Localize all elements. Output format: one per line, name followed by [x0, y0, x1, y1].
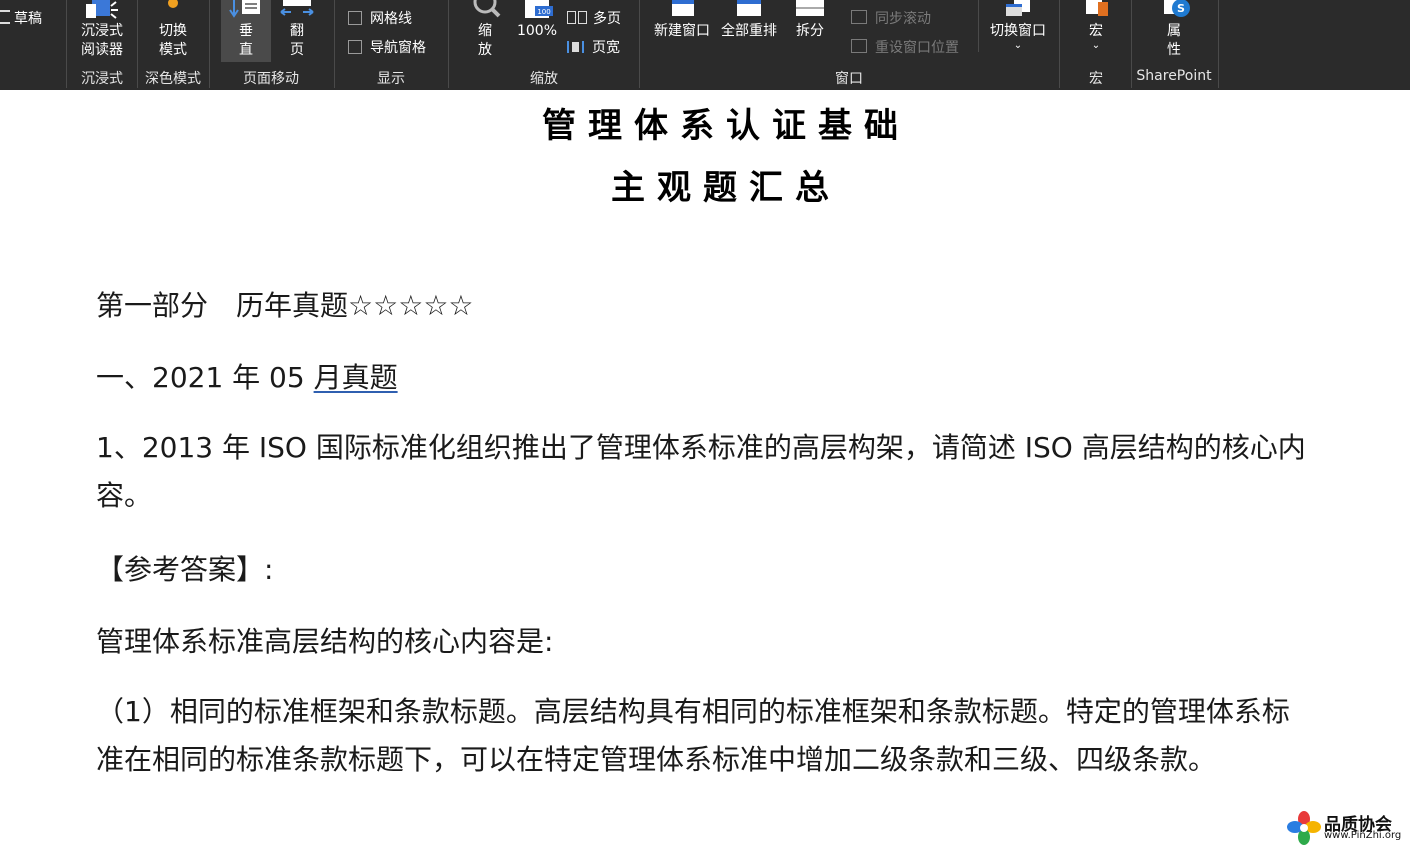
split-label: 拆分 [796, 23, 824, 39]
sync-scroll-icon [851, 10, 867, 24]
page-width-label: 页宽 [592, 40, 620, 56]
macro-button[interactable]: 宏 ⌄ [1066, 0, 1126, 51]
switch-window-button[interactable]: 切换窗口 ⌄ [984, 0, 1052, 51]
group-dark-mode: 深色模式 [145, 71, 201, 87]
zoom-label: 缩 放 [478, 23, 492, 58]
group-sharepoint: SharePoint [1136, 68, 1212, 84]
reset-position-button[interactable]: 重设窗口位置 [851, 39, 959, 57]
vertical-label: 垂 直 [239, 23, 253, 58]
watermark-url: www.PinZhi.org [1324, 830, 1402, 841]
sync-scroll-label: 同步滚动 [875, 11, 931, 27]
immersive-reader-button[interactable]: 沉浸式 阅读器 [72, 0, 132, 60]
separator [137, 0, 138, 88]
multi-page-button[interactable]: 多页 [567, 10, 621, 28]
separator [209, 0, 210, 88]
new-window-label: 新建窗口 [654, 23, 710, 39]
answer-intro: 管理体系标准高层结构的核心内容是: [96, 625, 554, 658]
zoom-button[interactable]: 缩 放 [462, 0, 508, 60]
immersive-reader-icon [86, 0, 118, 19]
section-heading: 一、2021 年 05 月真题 [96, 356, 398, 396]
macro-label: 宏 [1089, 23, 1103, 39]
svg-text:S: S [1177, 2, 1185, 15]
pinzhi-watermark-logo: 品质协会 www.PinZhi.org [1286, 808, 1410, 847]
arrange-all-label: 全部重排 [721, 23, 777, 39]
vertical-page-icon [229, 0, 260, 18]
arrange-all-icon [737, 0, 761, 16]
draft-label: 草稿 [14, 11, 42, 27]
sun-moon-icon [168, 0, 178, 8]
checkbox-icon [348, 11, 362, 25]
properties-button[interactable]: S 属 性 [1146, 0, 1202, 60]
group-zoom: 缩放 [530, 71, 558, 87]
gridlines-checkbox[interactable]: 网格线 [348, 10, 412, 28]
switch-window-label: 切换窗口 [990, 23, 1046, 39]
group-macro: 宏 [1089, 71, 1103, 87]
macro-icon [1086, 0, 1108, 16]
group-page-move: 页面移动 [243, 71, 299, 87]
reset-position-label: 重设窗口位置 [875, 40, 959, 56]
magnifier-icon [473, 0, 501, 18]
page-width-button[interactable]: 页宽 [567, 39, 620, 57]
immersive-reader-label: 沉浸式 阅读器 [81, 23, 123, 58]
section-underlined: 月真题 [313, 361, 398, 394]
switch-window-icon [1006, 0, 1030, 16]
answer-label: 【参考答案】: [96, 553, 274, 586]
part-label: 第一部分 [96, 289, 209, 322]
group-immersive: 沉浸式 [81, 71, 123, 87]
split-icon [796, 0, 824, 16]
separator [1218, 0, 1219, 88]
reset-position-icon [851, 39, 867, 53]
multi-page-icon [567, 11, 576, 24]
nav-pane-checkbox[interactable]: 导航窗格 [348, 39, 426, 57]
gridlines-label: 网格线 [370, 11, 412, 27]
chevron-down-icon: ⌄ [1013, 40, 1023, 51]
separator [639, 0, 640, 88]
checkbox-icon [348, 40, 362, 54]
document-subtitle: 主观题汇总 [611, 168, 841, 208]
zoom-100-label: 100% [516, 23, 558, 39]
svg-text:100: 100 [537, 8, 550, 16]
document-title: 管理体系认证基础 [542, 106, 910, 146]
flip-page-label: 翻 页 [290, 23, 304, 58]
sync-scroll-button[interactable]: 同步滚动 [851, 10, 931, 28]
separator [66, 0, 67, 88]
document-page[interactable]: 管理体系认证基础 主观题汇总 第一部分 历年真题☆☆☆☆☆ 一、2021 年 05… [0, 90, 1410, 847]
new-window-button[interactable]: 新建窗口 [648, 0, 716, 41]
sharepoint-properties-icon: S [1164, 0, 1190, 17]
separator [978, 0, 979, 52]
arrange-all-button[interactable]: 全部重排 [716, 0, 782, 41]
group-window: 窗口 [835, 71, 863, 87]
page-width-icon [567, 41, 584, 53]
zoom-100-button[interactable]: 100 100% [514, 0, 560, 41]
draft-button[interactable]: 草稿 [0, 10, 42, 28]
group-show: 显示 [377, 71, 405, 87]
nav-pane-label: 导航窗格 [370, 40, 426, 56]
separator [1131, 0, 1132, 88]
multi-page-label: 多页 [593, 11, 621, 27]
section-prefix: 一、2021 年 05 [96, 361, 314, 394]
split-button[interactable]: 拆分 [790, 0, 830, 41]
vertical-button[interactable]: 垂 直 [221, 0, 271, 60]
flip-page-button[interactable]: 翻 页 [276, 0, 318, 60]
separator [1059, 0, 1060, 88]
separator [334, 0, 335, 88]
draft-icon [0, 10, 10, 24]
flip-page-icon [280, 0, 314, 16]
flower-logo-icon [1287, 811, 1321, 845]
chevron-down-icon: ⌄ [1091, 40, 1101, 51]
question-paragraph: 1、2013 年 ISO 国际标准化组织推出了管理体系标准的高层构架，请简述 I… [96, 431, 1306, 512]
separator [448, 0, 449, 88]
switch-mode-label: 切换 模式 [159, 23, 187, 58]
multi-page-icon [578, 11, 587, 24]
part-title: 历年真题☆☆☆☆☆ [236, 289, 474, 322]
answer-item-1: （1）相同的标准框架和条款标题。高层结构具有相同的标准框架和条款标题。特定的管理… [96, 695, 1290, 776]
zoom-100-icon: 100 [525, 0, 553, 18]
part-heading: 第一部分 历年真题☆☆☆☆☆ [96, 284, 474, 324]
switch-mode-button[interactable]: 切换 模式 [142, 0, 204, 60]
properties-label: 属 性 [1167, 23, 1181, 58]
new-window-icon [672, 0, 694, 16]
ribbon-view-tab: 草稿 沉浸式 阅读器 沉浸式 切换 模式 深色模式 垂 直 翻 页 页面移动 网… [0, 0, 1410, 90]
